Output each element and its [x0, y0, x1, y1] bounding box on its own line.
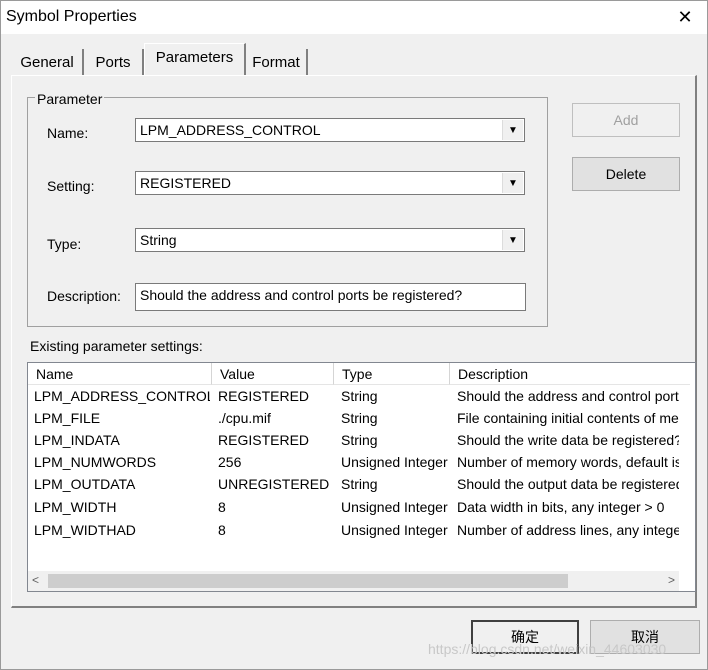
table-row[interactable]: LPM_WIDTH 8 Unsigned Integer Data width …	[28, 496, 680, 518]
cell-description: Should the address and control ports b	[457, 388, 679, 404]
cell-type: String	[341, 410, 378, 426]
table-row[interactable]: LPM_WIDTHAD 8 Unsigned Integer Number of…	[28, 519, 680, 541]
cell-description: Should the write data be registered?	[457, 432, 679, 448]
cell-value: UNREGISTERED	[218, 476, 330, 492]
cell-description: Should the output data be registered?	[457, 476, 679, 492]
setting-combo-value: REGISTERED	[140, 175, 232, 191]
cell-name: LPM_WIDTH	[34, 499, 117, 515]
cell-name: LPM_OUTDATA	[34, 476, 136, 492]
title-bar: Symbol Properties ✕	[1, 1, 707, 34]
table-row[interactable]: LPM_FILE ./cpu.mif String File containin…	[28, 407, 680, 429]
existing-settings-label: Existing parameter settings:	[30, 338, 203, 354]
cell-name: LPM_NUMWORDS	[34, 454, 157, 470]
cell-description: Number of memory words, default is 2^	[457, 454, 679, 470]
window-title: Symbol Properties	[6, 8, 137, 25]
type-combo-value: String	[140, 232, 177, 248]
chevron-down-icon[interactable]: ▼	[502, 173, 523, 193]
cell-value: REGISTERED	[218, 432, 310, 448]
type-combo[interactable]: String ▼	[135, 228, 525, 252]
cell-value: REGISTERED	[218, 388, 310, 404]
cell-name: LPM_FILE	[34, 410, 101, 426]
cell-type: Unsigned Integer	[341, 522, 448, 538]
description-field-value: Should the address and control ports be …	[140, 287, 463, 303]
column-header-value[interactable]: Value	[212, 363, 334, 385]
cell-value: ./cpu.mif	[218, 410, 271, 426]
delete-button[interactable]: Delete	[572, 157, 680, 191]
close-icon[interactable]: ✕	[671, 5, 699, 29]
tab-general[interactable]: General	[12, 49, 84, 75]
parameter-list[interactable]: Name Value Type Description LPM_ADDRESS_…	[27, 362, 696, 592]
name-label: Name:	[47, 125, 89, 141]
cell-description: Number of address lines, any integer >	[457, 522, 679, 538]
column-header-description[interactable]: Description	[450, 363, 690, 385]
tab-ports[interactable]: Ports	[84, 49, 144, 75]
column-header-name[interactable]: Name	[28, 363, 212, 385]
tab-parameters[interactable]: Parameters	[144, 43, 246, 75]
cell-name: LPM_ADDRESS_CONTROL	[34, 388, 210, 404]
cell-value: 8	[218, 522, 226, 538]
description-field[interactable]: Should the address and control ports be …	[135, 283, 526, 311]
scroll-right-icon[interactable]: >	[668, 573, 675, 587]
cell-description: File containing initial contents of memo	[457, 410, 679, 426]
table-row[interactable]: LPM_ADDRESS_CONTROL REGISTERED String Sh…	[28, 385, 680, 407]
column-header-type[interactable]: Type	[334, 363, 450, 385]
cell-description: Data width in bits, any integer > 0	[457, 499, 665, 515]
table-row[interactable]: LPM_NUMWORDS 256 Unsigned Integer Number…	[28, 451, 680, 473]
scroll-left-icon[interactable]: <	[32, 573, 39, 587]
scrollbar-thumb[interactable]	[48, 574, 568, 588]
chevron-down-icon[interactable]: ▼	[502, 120, 523, 140]
cell-type: Unsigned Integer	[341, 454, 448, 470]
cell-name: LPM_INDATA	[34, 432, 120, 448]
cell-type: String	[341, 476, 378, 492]
add-button[interactable]: Add	[572, 103, 680, 137]
tab-format[interactable]: Format	[246, 49, 308, 75]
table-row[interactable]: LPM_OUTDATA UNREGISTERED String Should t…	[28, 473, 680, 495]
cell-type: String	[341, 388, 378, 404]
table-row[interactable]: LPM_INDATA REGISTERED String Should the …	[28, 429, 680, 451]
parameter-group-label: Parameter	[35, 91, 105, 107]
watermark: https://blog.csdn.net/weixin_44603030	[428, 641, 667, 657]
name-combo[interactable]: LPM_ADDRESS_CONTROL ▼	[135, 118, 525, 142]
cell-type: String	[341, 432, 378, 448]
cell-value: 8	[218, 499, 226, 515]
description-label: Description:	[47, 288, 121, 304]
cell-name: LPM_WIDTHAD	[34, 522, 136, 538]
cell-type: Unsigned Integer	[341, 499, 448, 515]
type-label: Type:	[47, 236, 82, 252]
cell-value: 256	[218, 454, 242, 470]
horizontal-scrollbar[interactable]: < >	[28, 571, 679, 591]
setting-label: Setting:	[47, 178, 95, 194]
setting-combo[interactable]: REGISTERED ▼	[135, 171, 525, 195]
chevron-down-icon[interactable]: ▼	[502, 230, 523, 250]
name-combo-value: LPM_ADDRESS_CONTROL	[140, 122, 321, 138]
